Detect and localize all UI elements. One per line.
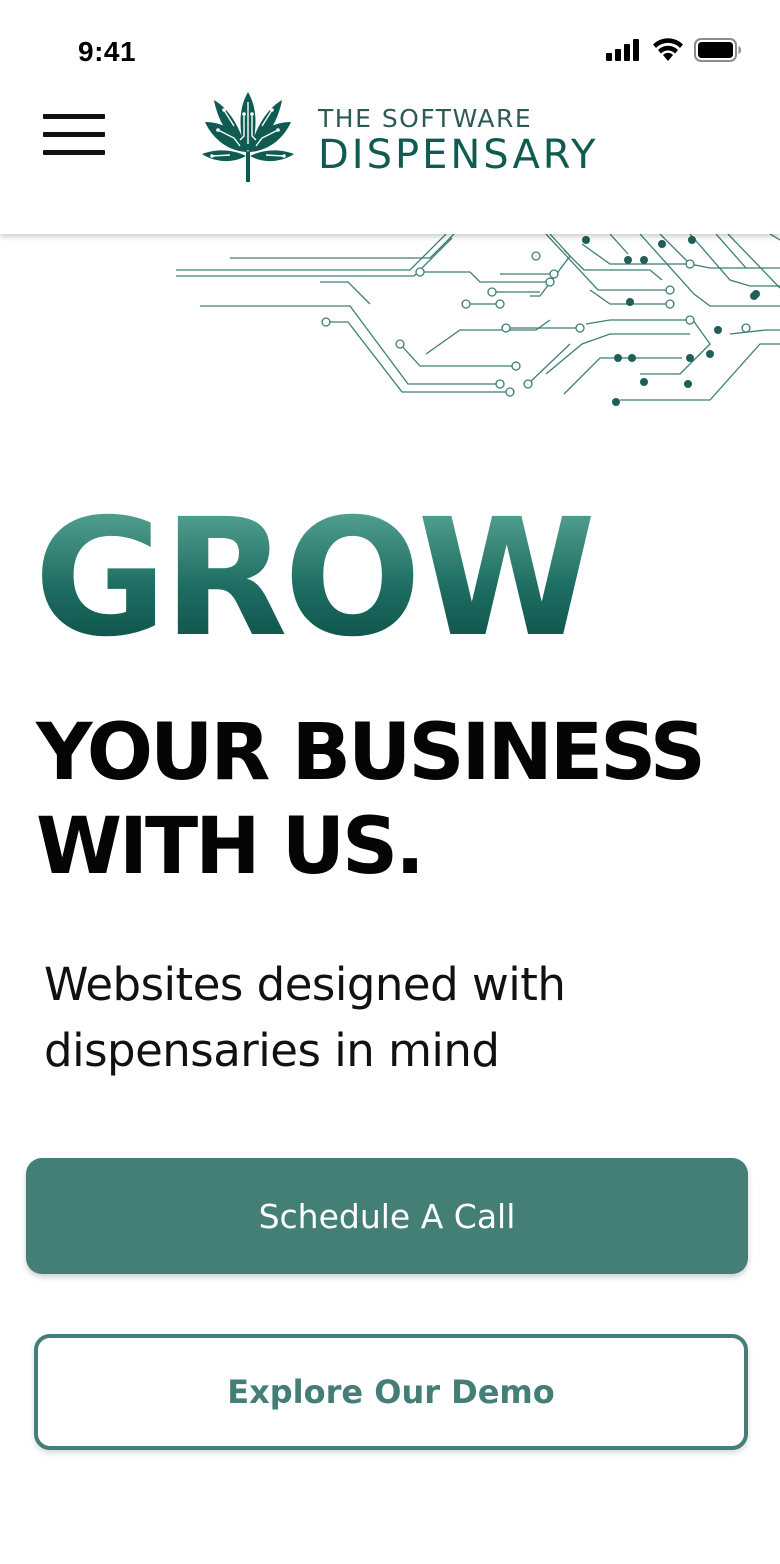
circuit-lines-decoration — [176, 234, 780, 406]
wifi-icon — [653, 38, 683, 61]
brand-logo[interactable]: THE SOFTWARE DISPENSARY — [200, 92, 595, 187]
hero-grow-text: GROW — [34, 485, 596, 673]
logo-text-top: THE SOFTWARE — [318, 104, 533, 133]
battery-icon — [694, 38, 741, 62]
hero-headline-line1: YOUR BUSINESS — [36, 708, 706, 798]
hamburger-menu-icon[interactable] — [43, 114, 105, 158]
status-bar: 9:41 — [0, 0, 780, 90]
hero-headline-line2: WITH US. — [36, 802, 425, 892]
schedule-call-button[interactable]: Schedule A Call — [26, 1158, 748, 1274]
logo-text-bottom: DISPENSARY — [318, 132, 599, 178]
status-icons — [606, 38, 742, 62]
hero-subtitle-line2: dispensaries in mind — [44, 1024, 500, 1077]
cannabis-leaf-circuit-icon — [202, 92, 294, 182]
cellular-signal-icon — [606, 39, 639, 61]
hero-headline: YOUR BUSINESS WITH US. — [36, 706, 756, 894]
status-time: 9:41 — [78, 36, 137, 67]
explore-demo-button[interactable]: Explore Our Demo — [34, 1334, 748, 1450]
app-header: 9:41 THE SOFTWARE DISPENSARY — [0, 0, 780, 234]
hero-subtitle: Websites designed with dispensaries in m… — [44, 952, 684, 1084]
hero-subtitle-line1: Websites designed with — [44, 958, 566, 1011]
